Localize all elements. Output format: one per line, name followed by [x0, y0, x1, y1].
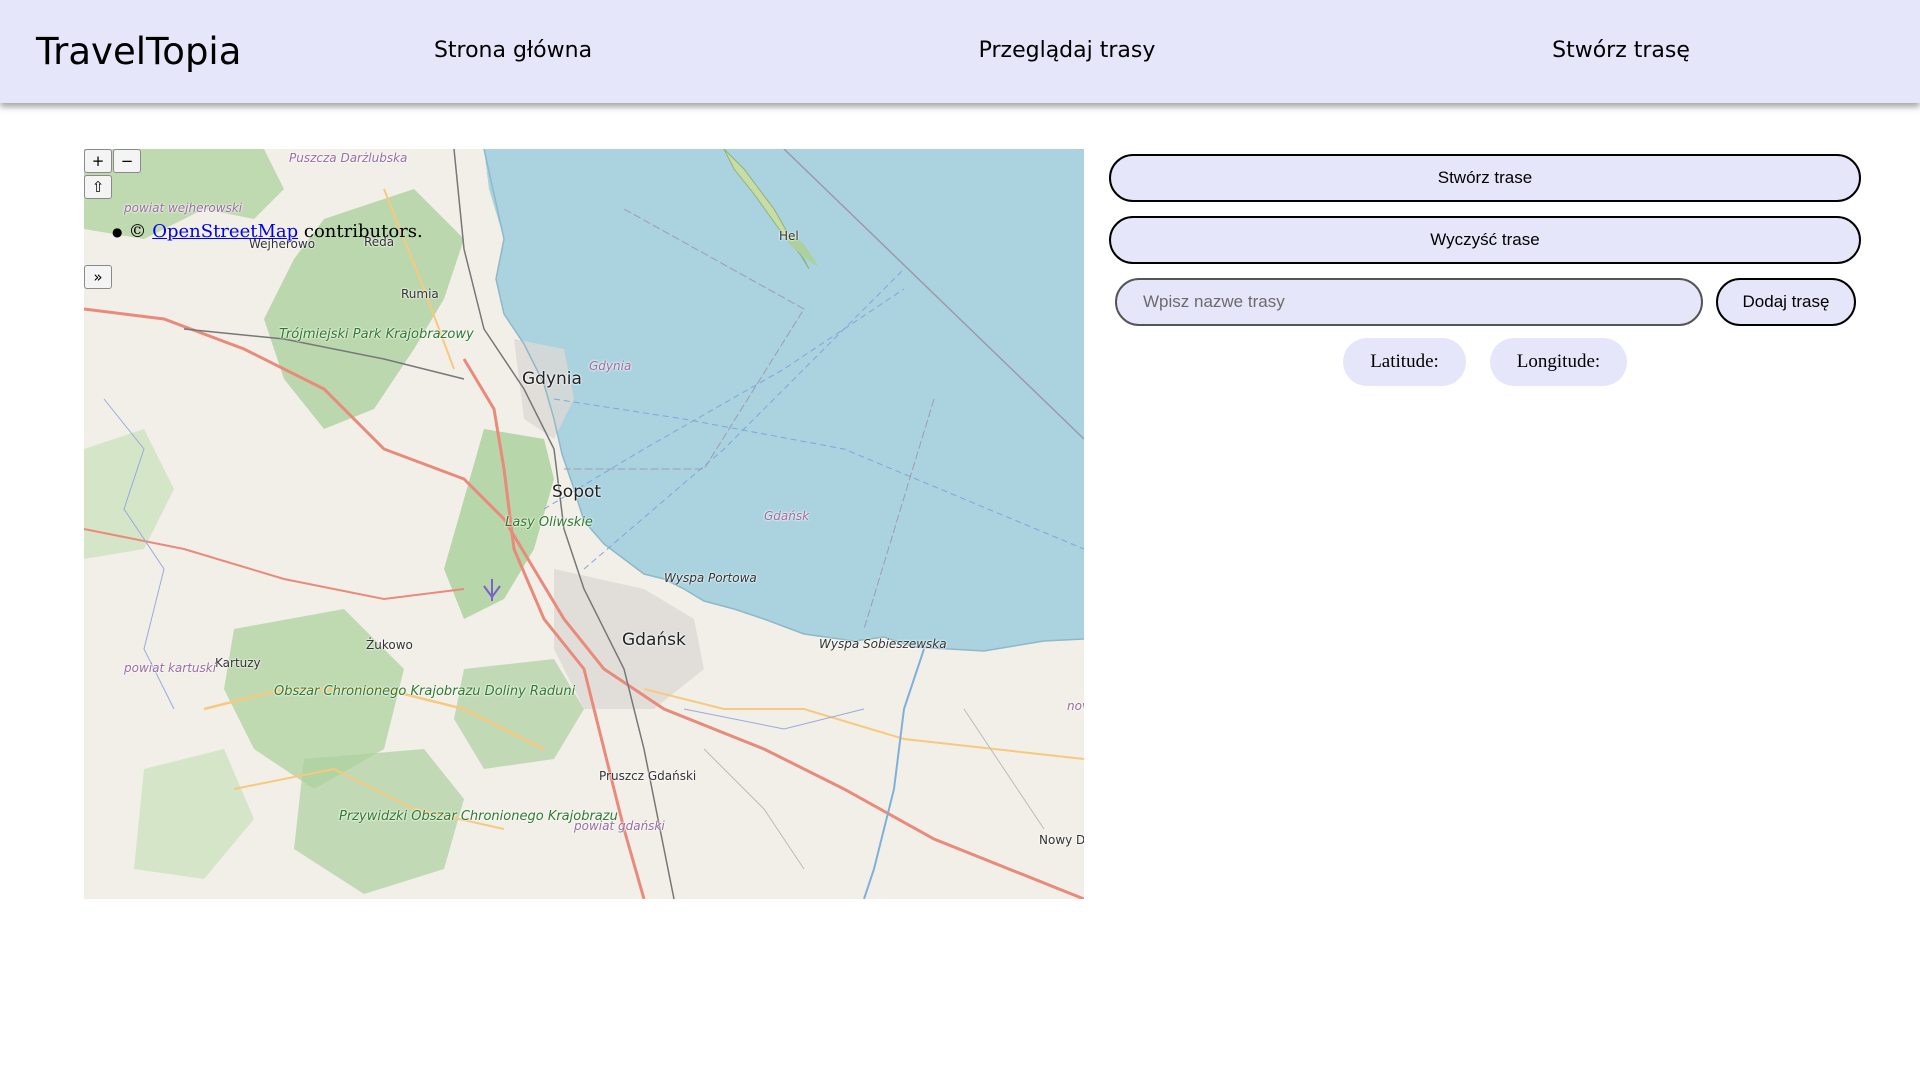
- map-label-nowy-dwor: Nowy Dwór Gdański: [1039, 833, 1084, 847]
- map-label-tpk: Trójmiejski Park Krajobrazowy: [279, 327, 474, 342]
- add-route-button[interactable]: Dodaj trasę: [1716, 278, 1856, 326]
- map-label-powiat-gdanski: powiat gdański: [574, 819, 665, 833]
- map-label-wyspa-portowa: Wyspa Portowa: [664, 571, 757, 585]
- map-label-kartuzy: Kartuzy: [215, 656, 261, 670]
- top-navbar: TravelTopia Strona główna Przeglądaj tra…: [0, 0, 1920, 103]
- map-attribution: ● © OpenStreetMap contributors.: [112, 221, 423, 242]
- map-label-puszcza: Puszcza Darżlubska: [289, 151, 408, 165]
- map-label-gdynia: Gdynia: [522, 369, 582, 389]
- clear-route-button[interactable]: Wyczyść trase: [1109, 216, 1861, 264]
- map-label-rumia: Rumia: [401, 287, 439, 301]
- reset-rotation-button[interactable]: ⇧: [84, 175, 112, 199]
- nav-link-home[interactable]: Strona główna: [434, 38, 592, 63]
- brand-logo[interactable]: TravelTopia: [36, 30, 241, 73]
- map-label-zukowo: Żukowo: [366, 638, 413, 652]
- bullet-icon: ●: [112, 225, 123, 239]
- map-label-sopot: Sopot: [552, 482, 602, 502]
- openstreetmap-link[interactable]: OpenStreetMap: [152, 221, 298, 242]
- map-label-przywidzki: Przywidzki Obszar Chronionego Krajobrazu: [339, 809, 618, 824]
- nav-link-create-route[interactable]: Stwórz trasę: [1552, 38, 1690, 63]
- map-label-wyspa-sobieszewska: Wyspa Sobieszewska: [819, 637, 947, 651]
- map-label-powiat-wejherowski: powiat wejherowski: [124, 201, 243, 215]
- map-label-gdansk: Gdańsk: [622, 630, 686, 650]
- longitude-display: Longitude:: [1490, 338, 1627, 386]
- map-label-gdynia-sea: Gdynia: [589, 359, 632, 373]
- zoom-in-button[interactable]: +: [84, 149, 112, 173]
- map-label-lasy-oliwskie: Lasy Oliwskie: [505, 515, 593, 530]
- expand-panel-button[interactable]: »: [84, 265, 112, 289]
- map-label-hel: Hel: [779, 229, 799, 243]
- map-label-edge: nov: [1067, 699, 1084, 713]
- map-label-pruszcz: Pruszcz Gdański: [599, 769, 697, 783]
- map-label-powiat-kartuski: powiat kartuski: [124, 661, 217, 675]
- create-route-button[interactable]: Stwórz trase: [1109, 154, 1861, 202]
- map-label-obszar-raduni: Obszar Chronionego Krajobrazu Doliny Rad…: [274, 684, 575, 699]
- attribution-copyright: ©: [128, 221, 147, 242]
- attribution-suffix: contributors.: [303, 221, 423, 242]
- map-label-gdansk-sea: Gdańsk: [764, 509, 810, 523]
- zoom-out-button[interactable]: −: [113, 149, 141, 173]
- latitude-display: Latitude:: [1343, 338, 1466, 386]
- route-name-input[interactable]: [1115, 278, 1703, 326]
- route-map[interactable]: Puszcza Darżlubska powiat wejherowski We…: [84, 149, 1084, 899]
- nav-link-browse-routes[interactable]: Przeglądaj trasy: [979, 38, 1156, 63]
